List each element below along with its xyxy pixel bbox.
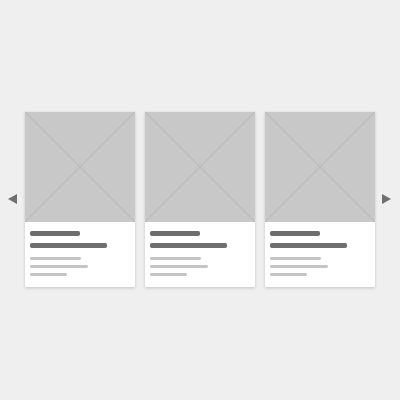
image-placeholder-icon (265, 112, 375, 222)
card-title-line (30, 243, 107, 248)
card-title-line (30, 231, 80, 236)
card-text-line (150, 273, 187, 276)
carousel-card[interactable] (265, 112, 375, 287)
card-text-line (270, 273, 307, 276)
image-placeholder-icon (25, 112, 135, 222)
card-title-line (270, 243, 347, 248)
previous-button[interactable] (7, 193, 19, 205)
card-title-line (150, 231, 200, 236)
carousel (0, 0, 400, 400)
carousel-card[interactable] (145, 112, 255, 287)
card-title-line (150, 243, 227, 248)
card-text-line (30, 265, 88, 268)
card-text-line (30, 257, 81, 260)
image-placeholder (145, 112, 255, 222)
triangle-right-icon (382, 194, 391, 204)
next-button[interactable] (380, 193, 392, 205)
card-text-line (270, 265, 328, 268)
triangle-left-icon (8, 194, 17, 204)
image-placeholder (25, 112, 135, 222)
image-placeholder (265, 112, 375, 222)
card-text-line (30, 273, 67, 276)
card-title-line (270, 231, 320, 236)
card-text-line (270, 257, 321, 260)
card-text-line (150, 257, 201, 260)
carousel-card[interactable] (25, 112, 135, 287)
card-text-line (150, 265, 208, 268)
image-placeholder-icon (145, 112, 255, 222)
